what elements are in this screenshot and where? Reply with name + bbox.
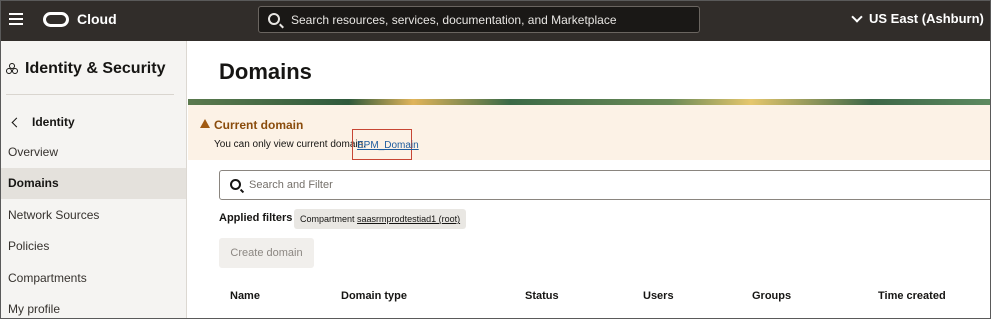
search-placeholder: Search resources, services, documentatio… (291, 13, 617, 27)
page-title: Domains (219, 59, 312, 84)
applied-filters-label: Applied filters (219, 212, 293, 224)
current-domain-link[interactable]: EPM_Domain (357, 140, 419, 151)
chip-value[interactable]: saasrmprodtestiad1 (root) (357, 214, 460, 224)
brand-label[interactable]: Cloud (77, 11, 117, 27)
top-navigation-bar: Cloud Search resources, services, docume… (1, 1, 990, 41)
sidebar-item-network-sources[interactable]: Network Sources (1, 200, 186, 231)
region-selector[interactable]: US East (Ashburn) (851, 10, 984, 26)
search-icon (268, 13, 280, 25)
column-header-name[interactable]: Name (230, 290, 260, 302)
sidebar-divider (6, 94, 174, 95)
current-domain-link-highlight[interactable]: EPM_Domain (352, 129, 419, 160)
oracle-logo-icon[interactable] (43, 12, 69, 27)
search-icon (230, 179, 241, 190)
chevron-left-icon (11, 117, 22, 127)
sidebar-item-policies[interactable]: Policies (1, 231, 186, 262)
identity-security-icon (6, 62, 19, 76)
column-header-time-created[interactable]: Time created (878, 290, 946, 302)
column-header-users[interactable]: Users (643, 290, 674, 302)
sidebar-item-compartments[interactable]: Compartments (1, 263, 186, 294)
search-filter-input[interactable]: Search and Filter (219, 170, 990, 200)
filter-placeholder: Search and Filter (249, 179, 333, 191)
sidebar-item-domains[interactable]: Domains (1, 168, 186, 199)
sidebar-back-label: Identity (32, 115, 75, 129)
sidebar: Identity & Security Identity Overview Do… (1, 41, 187, 318)
chevron-down-icon (851, 10, 863, 23)
compartment-filter-chip[interactable]: Compartment saasrmprodtestiad1 (root) (294, 209, 467, 229)
sidebar-title-label: Identity & Security (25, 60, 166, 77)
alert-message: You can only view current domain. (214, 139, 366, 150)
create-domain-button[interactable]: Create domain (219, 238, 314, 268)
chip-prefix: Compartment (300, 214, 355, 224)
sidebar-back-identity[interactable]: Identity (11, 115, 75, 129)
column-header-status[interactable]: Status (525, 290, 559, 302)
table-header: Name Domain type Status Users Groups Tim… (188, 281, 990, 311)
region-label: US East (Ashburn) (869, 11, 984, 26)
current-domain-alert: Current domain You can only view current… (188, 105, 990, 160)
alert-title: Current domain (214, 118, 304, 132)
column-header-domain-type[interactable]: Domain type (341, 290, 407, 302)
warning-icon (200, 119, 210, 128)
sidebar-item-overview[interactable]: Overview (1, 137, 186, 168)
sidebar-item-my-profile[interactable]: My profile (1, 294, 186, 318)
console-window: Cloud Search resources, services, docume… (0, 0, 991, 319)
sidebar-title: Identity & Security (6, 60, 165, 78)
global-search-input[interactable]: Search resources, services, documentatio… (258, 6, 700, 33)
hamburger-menu-icon[interactable] (9, 13, 23, 27)
column-header-groups[interactable]: Groups (752, 290, 791, 302)
main-content: Domains Current domain You can only view… (188, 41, 990, 318)
